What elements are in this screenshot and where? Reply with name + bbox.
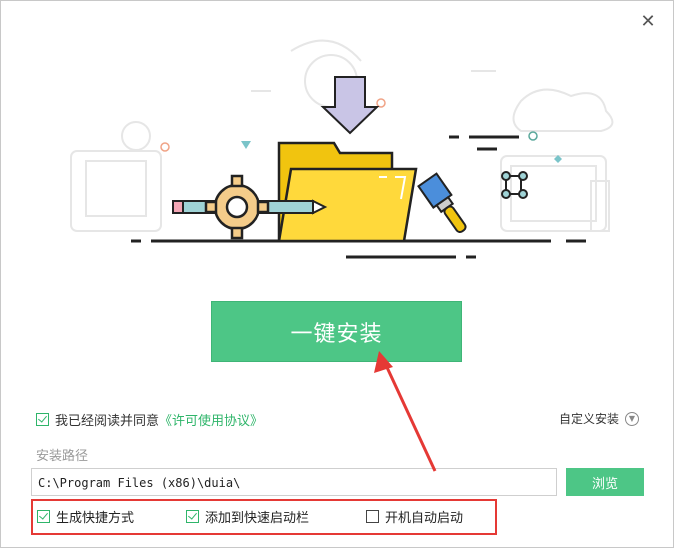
one-click-install-button[interactable]: 一键安装 bbox=[211, 301, 462, 362]
agreement-text: 我已经阅读并同意 bbox=[55, 414, 160, 429]
close-icon[interactable]: ✕ bbox=[639, 13, 657, 31]
installer-window: ✕ 一键安装 我已经阅读并同意 《许可使用协议》 自定义安装 ▼ 安装路径 C:… bbox=[0, 0, 674, 548]
quick-launch-checkbox[interactable] bbox=[186, 510, 199, 523]
agreement-checkbox[interactable] bbox=[36, 413, 49, 426]
install-path-input[interactable]: C:\Program Files (x86)\duia\ bbox=[31, 468, 557, 496]
custom-install-toggle[interactable]: 自定义安装 ▼ bbox=[559, 410, 639, 427]
license-link[interactable]: 《许可使用协议》 bbox=[159, 410, 263, 429]
shortcut-checkbox[interactable] bbox=[37, 510, 50, 523]
license-agreement: 我已经阅读并同意 《许可使用协议》 bbox=[36, 410, 263, 429]
option-label: 开机自动启动 bbox=[385, 511, 464, 526]
option-label: 添加到快速启动栏 bbox=[205, 511, 310, 526]
header-illustration bbox=[70, 39, 614, 259]
option-create-shortcut[interactable]: 生成快捷方式 bbox=[37, 507, 134, 526]
install-path-label: 安装路径 bbox=[36, 449, 89, 464]
option-autostart[interactable]: 开机自动启动 bbox=[366, 507, 463, 526]
option-label: 生成快捷方式 bbox=[56, 511, 135, 526]
autostart-checkbox[interactable] bbox=[366, 510, 379, 523]
chevron-down-icon: ▼ bbox=[625, 411, 639, 426]
browse-button[interactable]: 浏览 bbox=[566, 468, 644, 496]
custom-install-label: 自定义安装 bbox=[558, 412, 619, 426]
option-quick-launch[interactable]: 添加到快速启动栏 bbox=[186, 507, 309, 526]
